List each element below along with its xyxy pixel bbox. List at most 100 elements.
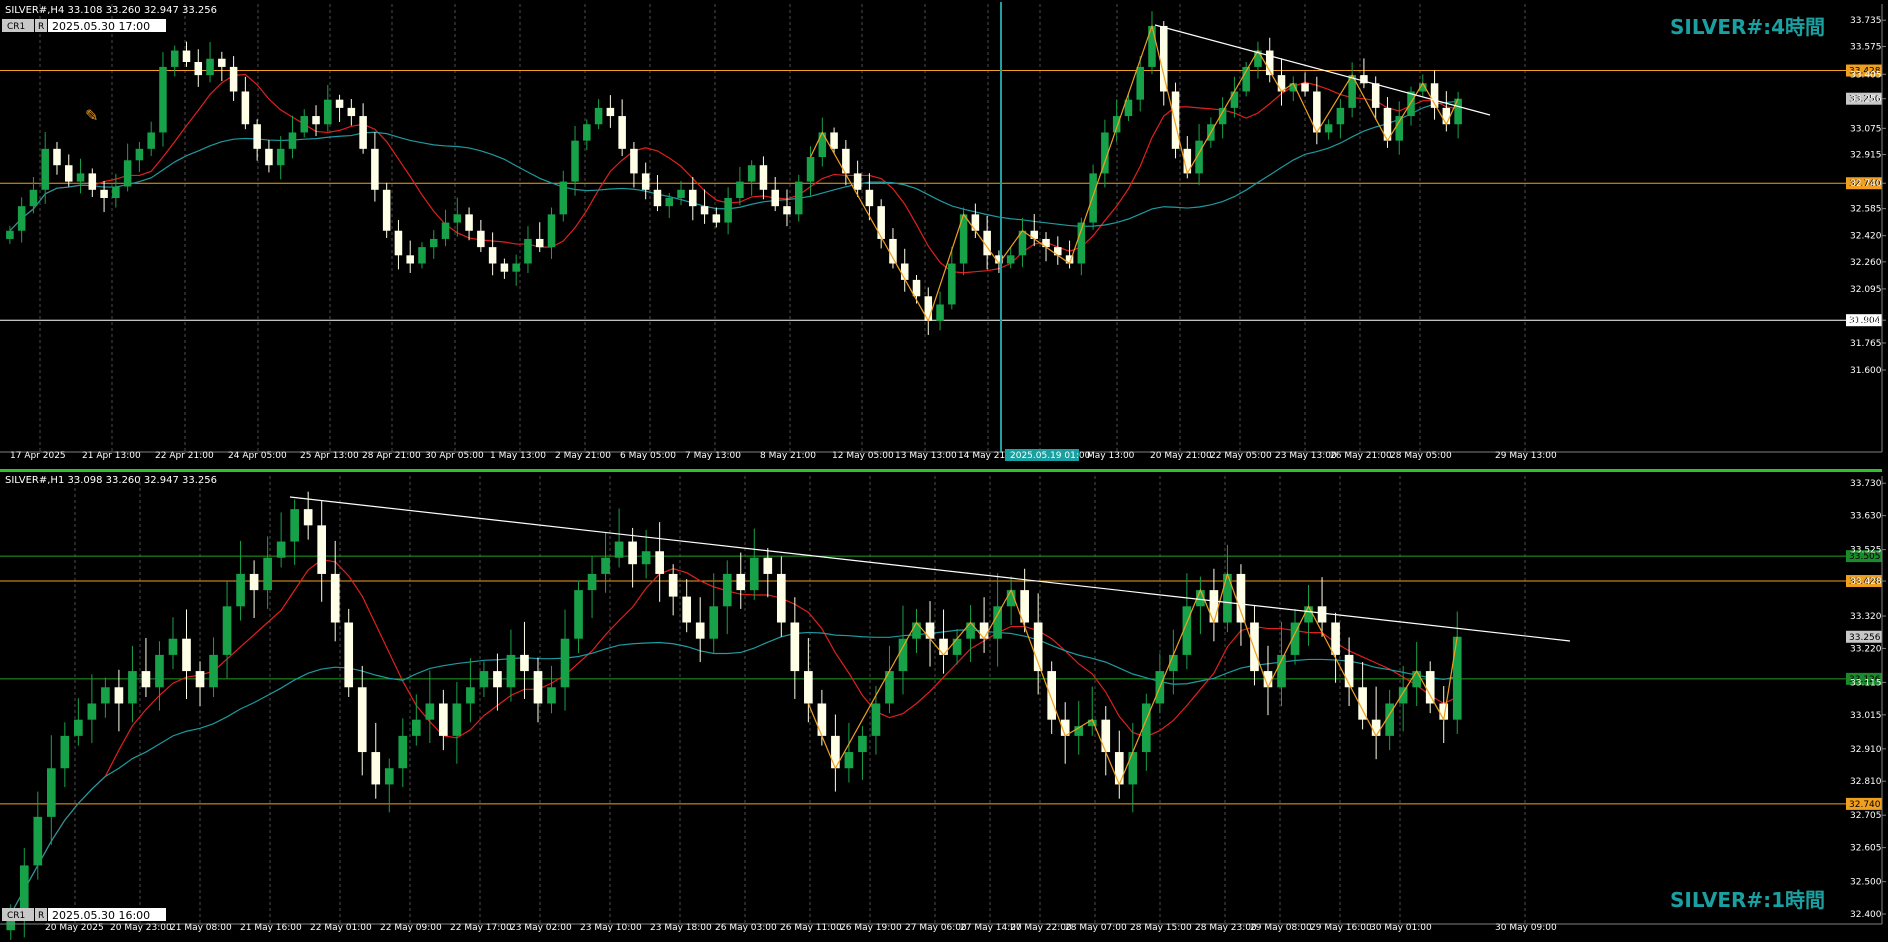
candle-body	[606, 107, 615, 117]
candle-body	[194, 62, 203, 76]
candle-body	[1047, 671, 1057, 720]
candle-body	[1136, 66, 1144, 100]
time-tick-label-16: May 13:00	[1087, 451, 1135, 461]
candle-body	[783, 206, 791, 215]
candle-body	[76, 173, 85, 182]
candle-body	[411, 719, 421, 736]
candle-body	[100, 189, 108, 198]
candle-body	[1324, 124, 1333, 133]
panel-divider[interactable]	[0, 469, 1882, 472]
candle-body	[871, 703, 881, 736]
candle-body	[939, 638, 948, 655]
candle-body	[249, 573, 259, 591]
price-tick-label-7: 33.015	[1850, 711, 1882, 721]
candle-body	[1114, 752, 1124, 785]
candle-body	[722, 573, 732, 607]
time-tick-label-13: 13 May 13:00	[895, 451, 957, 461]
candle-body	[749, 557, 759, 591]
candle-body	[889, 238, 897, 264]
candle-body	[114, 687, 124, 704]
price-tick-label-6: 32.740	[1850, 179, 1882, 189]
candle-body	[324, 99, 332, 125]
candle-body	[560, 638, 570, 688]
price-tick-label-13: 31.600	[1850, 366, 1882, 376]
candle-body	[394, 230, 403, 256]
candle-body	[493, 671, 502, 688]
time-tick-label-1: 20 May 23:00	[110, 923, 172, 933]
candle-body	[1371, 719, 1381, 736]
candle-body	[312, 116, 320, 125]
time-tick-label-10: 26 May 03:00	[715, 923, 777, 933]
candle-body	[747, 165, 756, 182]
price-tick-label-0: 33.730	[1850, 479, 1882, 489]
time-tick-label-15: 27 May 22:00	[1010, 923, 1072, 933]
h4-header: SILVER#,H4 33.108 33.260 32.947 33.256	[5, 5, 217, 16]
time-tick-label-6: 30 Apr 05:00	[425, 451, 484, 461]
price-tick-label-10: 32.705	[1850, 811, 1882, 821]
candle-body	[288, 132, 297, 149]
chart-canvas[interactable]: 33.428 32.740 31.904 33.256 ✎ 33.735 33.575 3…	[0, 0, 1888, 942]
candle-body	[535, 238, 544, 248]
h1-header: SILVER#,H1 33.098 33.260 32.947 33.256	[5, 475, 217, 486]
candle-body	[641, 551, 651, 565]
candle-body	[614, 541, 624, 558]
candle-body	[858, 735, 867, 753]
time-tick-label-9: 23 May 18:00	[650, 923, 712, 933]
price-tick-label-12: 32.500	[1850, 878, 1882, 888]
h1-r-label: R	[38, 911, 44, 921]
time-tick-label-20: 26 May 21:00	[1330, 451, 1392, 461]
candle-body	[168, 638, 178, 655]
candle-body	[182, 638, 191, 672]
candle-body	[317, 525, 327, 574]
candle-body	[265, 148, 273, 166]
level-tag-label-3: 32.740	[1849, 800, 1881, 810]
candle-body	[330, 573, 340, 623]
time-tick-label-22: 30 May 09:00	[1495, 923, 1557, 933]
candle-body	[477, 230, 485, 248]
candle-body	[195, 671, 205, 688]
candle-body	[41, 148, 49, 190]
price-tick-label-11: 32.605	[1850, 844, 1882, 854]
candle-body	[520, 654, 529, 672]
candle-body	[128, 671, 137, 704]
candle-body	[724, 197, 732, 223]
price-tick-label-5: 32.915	[1850, 151, 1882, 161]
candle-body	[587, 573, 597, 591]
candle-body	[677, 189, 685, 198]
price-tick-label-7: 32.585	[1850, 205, 1882, 215]
candle-body	[123, 160, 132, 187]
candle-body	[993, 606, 1002, 639]
candle-body	[253, 124, 261, 149]
candle-body	[547, 214, 556, 248]
time-tick-label-19: 29 May 08:00	[1250, 923, 1312, 933]
time-tick-label-6: 22 May 17:00	[450, 923, 512, 933]
candle-body	[141, 671, 151, 688]
candle-body	[630, 148, 638, 174]
time-tick-label-2: 22 Apr 21:00	[155, 451, 214, 461]
candle-body	[29, 189, 38, 207]
time-tick-label-3: 21 May 16:00	[240, 923, 302, 933]
candle-body	[759, 165, 768, 190]
candle-body	[1398, 687, 1408, 704]
candle-body	[1230, 91, 1239, 108]
candle-body	[335, 99, 344, 108]
candle-body	[1171, 91, 1180, 149]
time-tick-label-18: 22 May 05:00	[1210, 451, 1272, 461]
candle-body	[736, 181, 744, 198]
candle-body	[441, 222, 450, 239]
time-tick-label-13: 27 May 06:00	[905, 923, 967, 933]
candle-body	[398, 735, 408, 769]
candle-body	[1425, 671, 1435, 704]
candle-body	[763, 557, 773, 574]
current-price-label: 33.256	[1849, 633, 1881, 643]
candle-body	[1454, 98, 1462, 125]
candle-body	[53, 148, 61, 166]
candle-body	[1301, 83, 1309, 92]
candle-body	[817, 703, 827, 736]
h1-cr-label: CR1	[7, 911, 25, 921]
candle-body	[689, 189, 697, 207]
time-tick-label-5: 22 May 09:00	[380, 923, 442, 933]
candle-body	[865, 189, 874, 207]
price-tick-label-13: 32.400	[1850, 910, 1882, 920]
candle-body	[912, 279, 921, 297]
